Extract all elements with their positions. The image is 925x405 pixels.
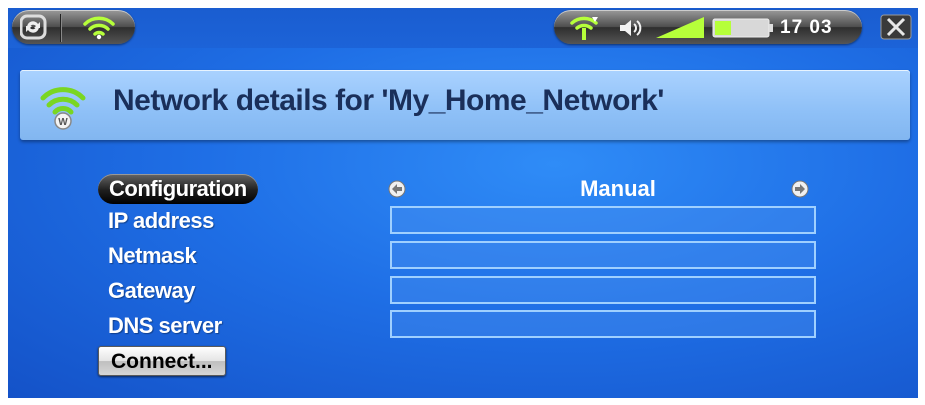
netmask-label: Netmask (108, 243, 197, 268)
wifi-network-icon: W (38, 81, 88, 131)
title-panel: W Network details for 'My_Home_Network' (20, 70, 910, 140)
status-pill-left (12, 10, 135, 44)
status-separator (60, 14, 61, 42)
gateway-label: Gateway (108, 278, 196, 303)
close-icon[interactable] (880, 14, 912, 40)
svg-text:W: W (58, 117, 68, 128)
status-pill-right: 17 03 (554, 10, 862, 44)
arrow-left-icon[interactable] (388, 180, 406, 198)
volume-icon[interactable] (618, 17, 646, 39)
dns-server-field[interactable] (390, 310, 816, 338)
clock: 17 03 (780, 17, 833, 38)
device-screen: 17 03 W Network details for 'My_Home_Net… (8, 8, 918, 398)
configuration-label[interactable]: Configuration (98, 174, 258, 204)
ip-address-field[interactable] (390, 206, 816, 234)
page-title: Network details for 'My_Home_Network' (113, 84, 664, 117)
arrow-right-icon[interactable] (791, 180, 809, 198)
wifi-icon[interactable] (82, 14, 116, 40)
dns-server-label: DNS server (108, 313, 222, 338)
netmask-field[interactable] (390, 241, 816, 269)
battery-icon (712, 18, 776, 38)
connect-button[interactable]: Connect... (98, 346, 226, 376)
ip-address-label: IP address (108, 208, 214, 233)
status-bar: 17 03 (8, 8, 918, 48)
wifi-connected-icon (568, 13, 602, 41)
configuration-value: Manual (580, 176, 656, 201)
signal-level-icon (654, 15, 706, 39)
sync-icon[interactable] (19, 14, 48, 40)
gateway-field[interactable] (390, 276, 816, 304)
